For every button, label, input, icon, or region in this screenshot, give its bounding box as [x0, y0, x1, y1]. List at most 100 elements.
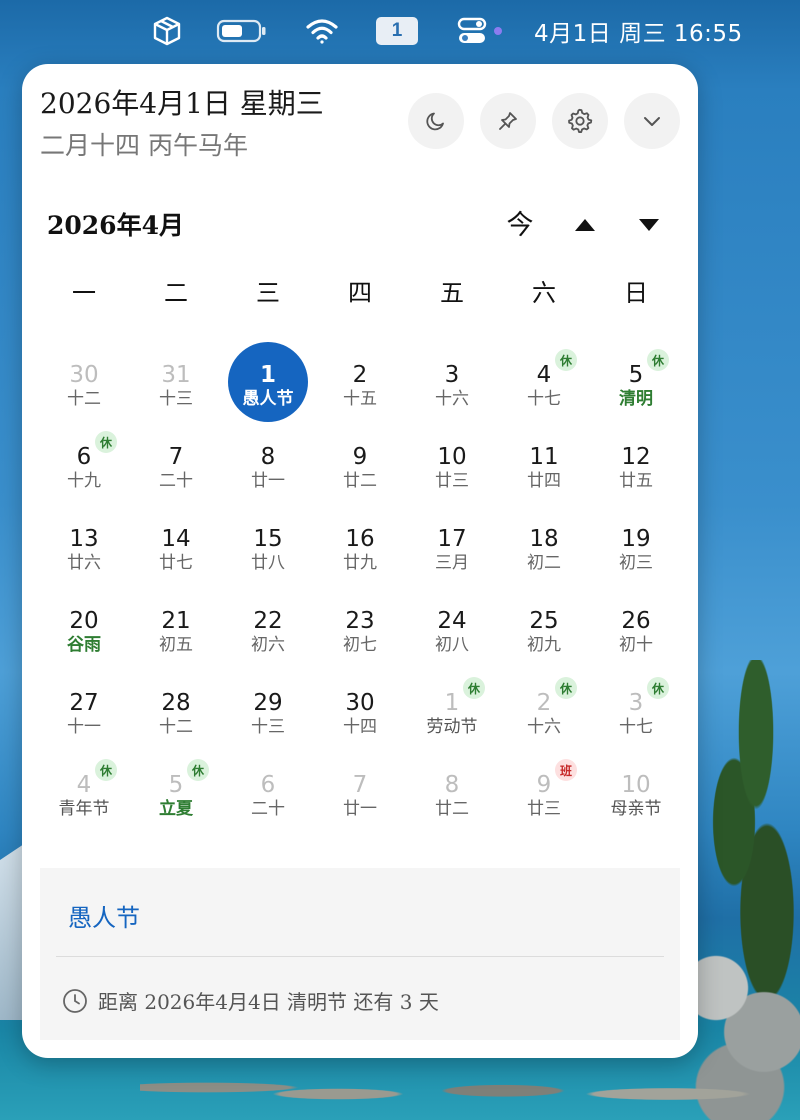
lunar-day-label: 初九: [527, 635, 561, 655]
day-cell[interactable]: 26 初十: [590, 578, 682, 660]
lunar-day-label: 十六: [527, 717, 561, 737]
day-cell[interactable]: 9 廿二: [314, 414, 406, 496]
cube-icon[interactable]: [150, 14, 184, 48]
lunar-day-label: 二十: [251, 799, 285, 819]
day-cell[interactable]: 19 初三: [590, 496, 682, 578]
day-cell[interactable]: 8 廿二: [406, 742, 498, 824]
day-number: 8: [444, 772, 460, 798]
day-cell[interactable]: 18 初二: [498, 496, 590, 578]
day-cell[interactable]: 11 廿四: [498, 414, 590, 496]
day-number: 24: [437, 608, 467, 634]
wifi-icon[interactable]: [304, 14, 340, 48]
day-cell[interactable]: 7 廿一: [314, 742, 406, 824]
day-cell[interactable]: 5 立夏 休: [130, 742, 222, 824]
day-cell[interactable]: 24 初八: [406, 578, 498, 660]
day-number: 23: [345, 608, 375, 634]
day-number: 4: [76, 772, 92, 798]
day-number: 2: [352, 362, 368, 388]
day-cell[interactable]: 20 谷雨: [38, 578, 130, 660]
day-cell[interactable]: 29 十三: [222, 660, 314, 742]
expand-button[interactable]: [624, 93, 680, 149]
lunar-day-label: 廿五: [619, 471, 653, 491]
day-cell[interactable]: 9 廿三 班: [498, 742, 590, 824]
lunar-day-label: 廿六: [67, 553, 101, 573]
calendar-icon[interactable]: 1: [376, 14, 418, 48]
day-number: 14: [161, 526, 191, 552]
pin-button[interactable]: [480, 93, 536, 149]
lunar-day-label: 十六: [435, 389, 469, 409]
day-number: 19: [621, 526, 651, 552]
day-cell[interactable]: 14 廿七: [130, 496, 222, 578]
day-cell[interactable]: 22 初六: [222, 578, 314, 660]
calendar-icon-day: 1: [376, 17, 418, 45]
day-cell[interactable]: 3 十六: [406, 332, 498, 414]
day-number: 22: [253, 608, 283, 634]
day-cell[interactable]: 10 廿三: [406, 414, 498, 496]
day-cell[interactable]: 25 初九: [498, 578, 590, 660]
day-cell[interactable]: 28 十二: [130, 660, 222, 742]
day-cell[interactable]: 13 廿六: [38, 496, 130, 578]
weekday-label: 五: [440, 279, 464, 307]
lunar-day-label: 廿一: [251, 471, 285, 491]
day-number: 4: [536, 362, 552, 388]
next-month-button[interactable]: [629, 207, 669, 243]
day-cell[interactable]: 21 初五: [130, 578, 222, 660]
day-cell[interactable]: 10 母亲节: [590, 742, 682, 824]
lunar-day-label: 愚人节: [242, 389, 294, 409]
day-cell-today[interactable]: 1 愚人节: [222, 332, 314, 422]
holiday-badge: 休: [647, 677, 669, 699]
weekday-label: 六: [532, 279, 556, 307]
dark-mode-button[interactable]: [408, 93, 464, 149]
day-cell[interactable]: 2 十五: [314, 332, 406, 414]
today-button[interactable]: 今: [500, 202, 540, 242]
lunar-day-label: 十七: [527, 389, 561, 409]
battery-icon[interactable]: [216, 14, 268, 48]
lunar-day-label: 廿三: [435, 471, 469, 491]
day-number: 10: [437, 444, 467, 470]
divider: [56, 956, 664, 957]
day-number: 2: [536, 690, 552, 716]
countdown-text: 距离 2026年4月4日 清明节 还有 3 天: [98, 990, 439, 1014]
day-cell[interactable]: 5 清明 休: [590, 332, 682, 414]
gear-icon: [568, 108, 593, 133]
chevron-down-icon: [644, 117, 660, 126]
day-cell[interactable]: 7 二十: [130, 414, 222, 496]
day-cell[interactable]: 27 十一: [38, 660, 130, 742]
day-cell[interactable]: 6 二十: [222, 742, 314, 824]
day-number: 5: [628, 362, 644, 388]
day-cell[interactable]: 23 初七: [314, 578, 406, 660]
day-cell[interactable]: 31 十三: [130, 332, 222, 414]
day-cell[interactable]: 4 青年节 休: [38, 742, 130, 824]
holiday-badge: 休: [95, 759, 117, 781]
day-cell[interactable]: 3 十七 休: [590, 660, 682, 742]
settings-button[interactable]: [552, 93, 608, 149]
lunar-day-label: 初七: [343, 635, 377, 655]
control-center-icon[interactable]: [456, 14, 488, 48]
day-number: 11: [529, 444, 559, 470]
day-number: 7: [168, 444, 184, 470]
day-cell[interactable]: 15 廿八: [222, 496, 314, 578]
day-cell[interactable]: 6 十九 休: [38, 414, 130, 496]
day-number: 17: [437, 526, 467, 552]
day-cell[interactable]: 30 十四: [314, 660, 406, 742]
day-cell[interactable]: 2 十六 休: [498, 660, 590, 742]
lunar-day-label: 廿三: [527, 799, 561, 819]
lunar-day-label: 初八: [435, 635, 469, 655]
day-cell[interactable]: 1 劳动节 休: [406, 660, 498, 742]
menubar-clock[interactable]: 4月1日 周三 16:55: [534, 14, 743, 48]
day-cell[interactable]: 12 廿五: [590, 414, 682, 496]
day-number: 3: [444, 362, 460, 388]
day-cell[interactable]: 16 廿九: [314, 496, 406, 578]
holiday-badge: 休: [555, 349, 577, 371]
day-cell[interactable]: 30 十二: [38, 332, 130, 414]
holiday-badge: 休: [187, 759, 209, 781]
day-cell[interactable]: 8 廿一: [222, 414, 314, 496]
day-cell[interactable]: 17 三月: [406, 496, 498, 578]
day-number: 1: [259, 362, 276, 388]
previous-month-button[interactable]: [565, 207, 605, 243]
day-number: 5: [168, 772, 184, 798]
lunar-day-label: 初三: [619, 553, 653, 573]
lunar-day-label: 十七: [619, 717, 653, 737]
day-cell[interactable]: 4 十七 休: [498, 332, 590, 414]
lunar-day-label: 十三: [159, 389, 193, 409]
